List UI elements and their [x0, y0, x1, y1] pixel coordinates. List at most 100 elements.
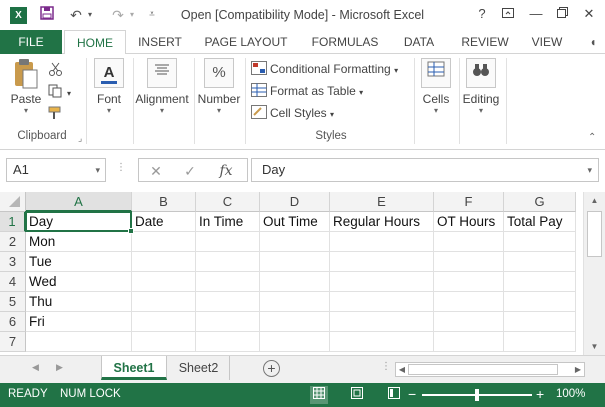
cells-button[interactable]: Cells ▾ — [418, 58, 454, 116]
normal-view-icon[interactable] — [310, 386, 328, 404]
page-break-preview-icon[interactable] — [385, 386, 403, 404]
row-header-4[interactable]: 4 — [0, 272, 26, 292]
row-header-3[interactable]: 3 — [0, 252, 26, 272]
cell-b4[interactable] — [132, 272, 196, 292]
help-icon[interactable]: ? — [470, 3, 494, 25]
cell-e3[interactable] — [330, 252, 434, 272]
column-header-c[interactable]: C — [196, 192, 260, 212]
more-tabs-icon[interactable]: ◖ — [588, 30, 598, 54]
cell-g5[interactable] — [504, 292, 576, 312]
tab-split-icon[interactable]: ⋮ — [381, 361, 391, 372]
customize-icon[interactable]: ⩡ — [142, 5, 162, 25]
cell-b2[interactable] — [132, 232, 196, 252]
row-header-5[interactable]: 5 — [0, 292, 26, 312]
sheet-tab-sheet1[interactable]: Sheet1 — [101, 356, 167, 380]
column-header-g[interactable]: G — [504, 192, 576, 212]
cell-d6[interactable] — [260, 312, 330, 332]
zoom-slider-knob[interactable] — [475, 389, 479, 401]
row-header-2[interactable]: 2 — [0, 232, 26, 252]
fill-handle[interactable] — [128, 228, 134, 234]
cell-f5[interactable] — [434, 292, 504, 312]
scroll-right-icon[interactable]: ▶ — [572, 363, 584, 376]
cell-d1[interactable]: Out Time — [260, 212, 330, 232]
excel-icon[interactable]: X — [10, 7, 27, 24]
horizontal-scrollbar[interactable]: ◀ ▶ — [395, 362, 585, 377]
font-button[interactable]: A Font ▾ — [92, 58, 126, 116]
add-sheet-button[interactable]: + — [263, 360, 280, 377]
next-sheet-icon[interactable]: ▶ — [56, 362, 63, 373]
redo-dropdown-icon[interactable]: ▾ — [126, 5, 138, 25]
expand-formula-bar-icon[interactable]: ▾ — [587, 159, 592, 181]
worksheet-grid[interactable]: A B C D E F G 1 Day Date In Time Out Time Regular Ho… — [0, 192, 583, 355]
formula-bar-grip-icon[interactable]: ⋮ — [116, 162, 126, 173]
zoom-in-button[interactable]: + — [536, 386, 544, 402]
cell-g2[interactable] — [504, 232, 576, 252]
paste-button[interactable]: Paste ▾ — [8, 58, 44, 116]
cell-f4[interactable] — [434, 272, 504, 292]
cell-a3[interactable]: Tue — [26, 252, 132, 272]
cell-c4[interactable] — [196, 272, 260, 292]
conditional-formatting-button[interactable]: Conditional Formatting ▾ — [251, 59, 398, 79]
row-header-7[interactable]: 7 — [0, 332, 26, 352]
cell-e7[interactable] — [330, 332, 434, 352]
minimize-icon[interactable]: — — [524, 3, 548, 25]
column-header-d[interactable]: D — [260, 192, 330, 212]
redo-icon[interactable]: ↷ — [108, 5, 128, 25]
column-header-f[interactable]: F — [434, 192, 504, 212]
cell-e6[interactable] — [330, 312, 434, 332]
cell-f6[interactable] — [434, 312, 504, 332]
cancel-icon[interactable]: ✕ — [145, 161, 167, 181]
chevron-down-icon[interactable]: ▾ — [95, 159, 100, 181]
cell-e2[interactable] — [330, 232, 434, 252]
copy-button[interactable]: ▾ — [48, 82, 71, 102]
column-header-b[interactable]: B — [132, 192, 196, 212]
cell-e5[interactable] — [330, 292, 434, 312]
cell-g1[interactable]: Total Pay — [504, 212, 576, 232]
cell-c7[interactable] — [196, 332, 260, 352]
select-all-button[interactable] — [0, 192, 26, 212]
cell-a5[interactable]: Thu — [26, 292, 132, 312]
cell-f7[interactable] — [434, 332, 504, 352]
number-button[interactable]: % Number ▾ — [196, 58, 242, 116]
cell-e1[interactable]: Regular Hours — [330, 212, 434, 232]
prev-sheet-icon[interactable]: ◀ — [32, 362, 39, 373]
cell-a1[interactable]: Day — [26, 212, 132, 232]
close-icon[interactable]: ✕ — [577, 3, 601, 25]
format-painter-button[interactable] — [48, 104, 67, 124]
ribbon-display-icon[interactable] — [496, 3, 520, 25]
restore-icon[interactable] — [550, 3, 574, 25]
scroll-up-icon[interactable]: ▲ — [584, 192, 605, 209]
page-layout-view-icon[interactable] — [348, 386, 366, 404]
alignment-button[interactable]: Alignment ▾ — [134, 58, 190, 116]
enter-icon[interactable]: ✓ — [179, 161, 201, 181]
zoom-level[interactable]: 100% — [556, 388, 585, 400]
cell-a6[interactable]: Fri — [26, 312, 132, 332]
cell-a7[interactable] — [26, 332, 132, 352]
tab-page-layout[interactable]: PAGE LAYOUT — [200, 30, 292, 54]
horizontal-scroll-thumb[interactable] — [408, 364, 558, 375]
cell-d5[interactable] — [260, 292, 330, 312]
zoom-slider[interactable] — [422, 389, 532, 401]
row-header-1[interactable]: 1 — [0, 212, 26, 232]
format-as-table-button[interactable]: Format as Table ▾ — [251, 81, 363, 101]
cut-button[interactable] — [48, 60, 67, 80]
tab-file[interactable]: FILE — [0, 30, 62, 54]
cell-d3[interactable] — [260, 252, 330, 272]
tab-data[interactable]: DATA — [396, 30, 442, 54]
cell-b7[interactable] — [132, 332, 196, 352]
cell-g4[interactable] — [504, 272, 576, 292]
collapse-ribbon-icon[interactable]: ⌃ — [588, 132, 596, 143]
cell-styles-button[interactable]: Cell Styles ▾ — [251, 103, 334, 123]
cell-b1[interactable]: Date — [132, 212, 196, 232]
dialog-launcher-icon[interactable]: ⌟ — [78, 133, 82, 144]
cell-e4[interactable] — [330, 272, 434, 292]
cell-g6[interactable] — [504, 312, 576, 332]
vertical-scrollbar[interactable]: ▲ ▼ — [583, 192, 605, 355]
tab-formulas[interactable]: FORMULAS — [306, 30, 384, 54]
undo-icon[interactable]: ↶ — [66, 5, 86, 25]
tab-insert[interactable]: INSERT — [130, 30, 190, 54]
name-box[interactable]: A1 ▾ — [6, 158, 106, 182]
zoom-out-button[interactable]: − — [408, 386, 416, 402]
formula-input[interactable]: Day ▾ — [251, 158, 599, 182]
scroll-left-icon[interactable]: ◀ — [396, 363, 408, 376]
